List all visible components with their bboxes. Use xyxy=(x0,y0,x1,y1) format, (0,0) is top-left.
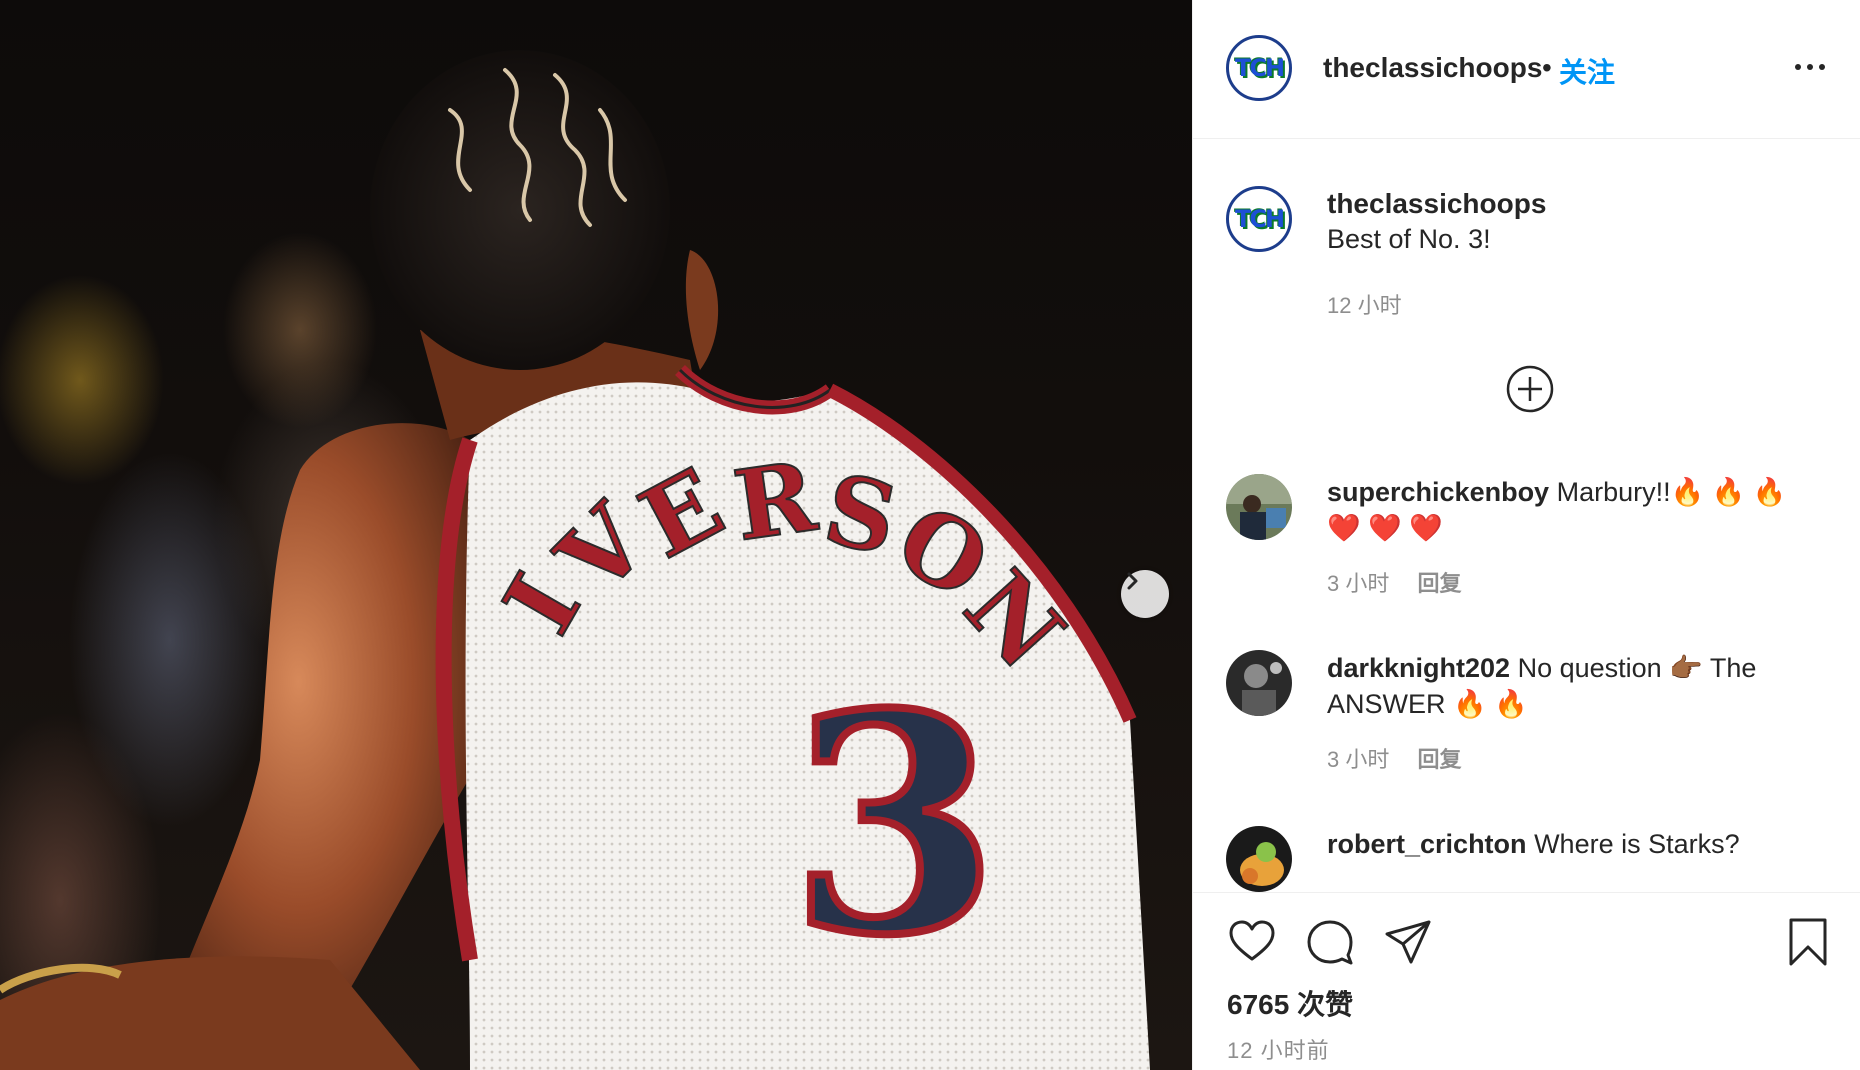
comment-body: superchickenboy Marbury!!🔥 🔥 🔥 ❤️ ❤️ ❤️ xyxy=(1327,474,1807,546)
post-photo-illustration: I V E R S O N 3 xyxy=(0,50,1150,1070)
commenter-avatar[interactable] xyxy=(1226,650,1292,716)
chevron-right-icon xyxy=(1127,572,1138,590)
next-photo-button[interactable] xyxy=(1121,570,1169,618)
avatar-photo xyxy=(1226,650,1292,716)
avatar-photo xyxy=(1226,474,1292,540)
caption-timestamp[interactable]: 12 小时 xyxy=(1327,288,1402,320)
comment-username[interactable]: superchickenboy xyxy=(1327,477,1549,507)
comment-username[interactable]: robert_crichton xyxy=(1327,829,1527,859)
reply-button[interactable]: 回复 xyxy=(1417,571,1461,596)
caption-avatar[interactable]: TCH xyxy=(1226,186,1292,252)
more-horizontal-icon xyxy=(1807,64,1813,70)
author-avatar[interactable]: TCH xyxy=(1226,35,1292,101)
caption-username[interactable]: theclassichoops xyxy=(1327,188,1546,220)
avatar-logo-text: TCH xyxy=(1234,54,1285,82)
comment-username[interactable]: darkknight202 xyxy=(1327,653,1510,683)
post-side-panel: TCH theclassichoops • 关注 TCH theclassich… xyxy=(1192,0,1860,1070)
paper-plane-icon[interactable] xyxy=(1383,917,1433,967)
commenter-avatar[interactable] xyxy=(1226,826,1292,892)
post-photo[interactable]: I V E R S O N 3 xyxy=(0,0,1192,1070)
header-separator: • xyxy=(1542,52,1552,83)
comment-icon[interactable] xyxy=(1305,917,1355,967)
follow-button[interactable]: 关注 xyxy=(1559,51,1615,91)
more-horizontal-icon xyxy=(1795,64,1801,70)
more-options-button[interactable] xyxy=(1795,52,1825,82)
comment-timestamp[interactable]: 3 小时 xyxy=(1327,747,1389,772)
commenter-avatar[interactable] xyxy=(1226,474,1292,540)
heart-icon[interactable] xyxy=(1227,917,1277,967)
svg-text:R: R xyxy=(727,440,823,563)
avatar-logo-text: TCH xyxy=(1234,205,1285,233)
comment-text: Where is Starks? xyxy=(1534,829,1740,859)
caption-text: Best of No. 3! xyxy=(1327,224,1491,254)
comment-meta: 3 小时 回复 xyxy=(1327,742,1462,774)
likes-count[interactable]: 6765 次赞 xyxy=(1227,983,1353,1023)
comment-body: darkknight202 No question 👉🏾 The ANSWER … xyxy=(1327,650,1807,722)
avatar-photo xyxy=(1226,826,1292,892)
comment-body: robert_crichton Where is Starks? xyxy=(1327,826,1807,862)
reply-button[interactable]: 回复 xyxy=(1417,747,1461,772)
svg-text:3: 3 xyxy=(790,648,999,1001)
more-horizontal-icon xyxy=(1819,64,1825,70)
post-header: TCH theclassichoops • 关注 xyxy=(1193,0,1860,139)
post-timestamp[interactable]: 12 小时前 xyxy=(1227,1033,1330,1065)
post-actions: 6765 次赞 12 小时前 xyxy=(1193,892,1860,1070)
comment-meta: 3 小时 回复 xyxy=(1327,566,1462,598)
author-username[interactable]: theclassichoops xyxy=(1323,52,1542,84)
plus-circle-icon[interactable] xyxy=(1505,364,1555,414)
comments-list[interactable]: TCH theclassichoops Best of No. 3! 12 小时 xyxy=(1193,140,1860,892)
bookmark-icon[interactable] xyxy=(1783,917,1833,967)
comment-timestamp[interactable]: 3 小时 xyxy=(1327,571,1389,596)
